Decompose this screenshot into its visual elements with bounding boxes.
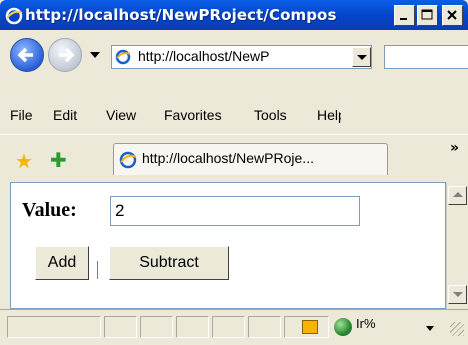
menu-help[interactable]: Help xyxy=(317,107,341,123)
add-button[interactable]: Add xyxy=(35,246,89,280)
maximize-icon xyxy=(421,9,433,20)
zoom-dropdown-icon[interactable] xyxy=(426,326,434,331)
subtract-button[interactable]: Subtract xyxy=(109,246,229,280)
minimize-button[interactable] xyxy=(394,5,415,26)
favorites-star-icon[interactable]: ★ xyxy=(15,149,33,173)
status-panel xyxy=(104,316,137,338)
forward-button[interactable] xyxy=(48,38,82,72)
navigation-bar: http://localhost/NewP xyxy=(0,30,468,86)
menu-edit[interactable]: Edit xyxy=(53,107,77,123)
menu-tools[interactable]: Tools xyxy=(254,107,287,123)
value-input[interactable] xyxy=(110,196,360,226)
chevron-down-icon xyxy=(357,55,367,60)
tab-current-page[interactable]: http://localhost/NewPRoje... xyxy=(113,143,388,175)
back-arrow-icon xyxy=(17,47,33,63)
tab-title: http://localhost/NewPRoje... xyxy=(142,150,314,166)
status-panel xyxy=(176,316,209,338)
address-field[interactable]: http://localhost/NewP xyxy=(111,45,372,69)
address-dropdown-button[interactable] xyxy=(352,47,371,67)
search-input[interactable] xyxy=(384,45,468,69)
menu-view[interactable]: View xyxy=(106,107,136,123)
value-label: Value: xyxy=(22,199,77,221)
status-panel xyxy=(7,316,101,338)
chevron-down-icon xyxy=(453,292,463,297)
resize-grip[interactable] xyxy=(450,322,464,336)
status-panel xyxy=(212,316,245,338)
forward-arrow-icon xyxy=(59,47,75,63)
ie-icon xyxy=(5,7,23,25)
vertical-scrollbar[interactable] xyxy=(446,182,468,309)
ie-icon xyxy=(115,49,131,65)
scroll-down-button[interactable] xyxy=(448,285,467,304)
back-button[interactable] xyxy=(10,38,44,72)
address-url: http://localhost/NewP xyxy=(138,48,270,64)
zone-zoom-text[interactable]: Ir% xyxy=(356,316,376,331)
maximize-button[interactable] xyxy=(417,5,438,26)
minimize-icon xyxy=(400,18,407,20)
divider xyxy=(0,134,468,135)
lock-icon[interactable] xyxy=(302,320,318,334)
globe-icon[interactable] xyxy=(334,318,352,336)
status-panel xyxy=(248,316,281,338)
close-button[interactable] xyxy=(442,5,463,26)
more-chevron-icon[interactable]: » xyxy=(450,140,459,156)
ie-icon xyxy=(119,151,137,169)
close-icon xyxy=(447,10,457,20)
status-panel xyxy=(140,316,173,338)
scroll-up-button[interactable] xyxy=(448,186,467,205)
window-title: http://localhost/NewPRoject/Compos xyxy=(25,6,337,24)
menu-favorites[interactable]: Favorites xyxy=(164,107,222,123)
history-dropdown-icon[interactable] xyxy=(90,52,100,58)
add-favorite-icon[interactable]: ✚ xyxy=(50,148,67,172)
menu-file[interactable]: File xyxy=(10,107,33,123)
divider xyxy=(97,261,98,279)
chevron-up-icon xyxy=(453,192,463,197)
